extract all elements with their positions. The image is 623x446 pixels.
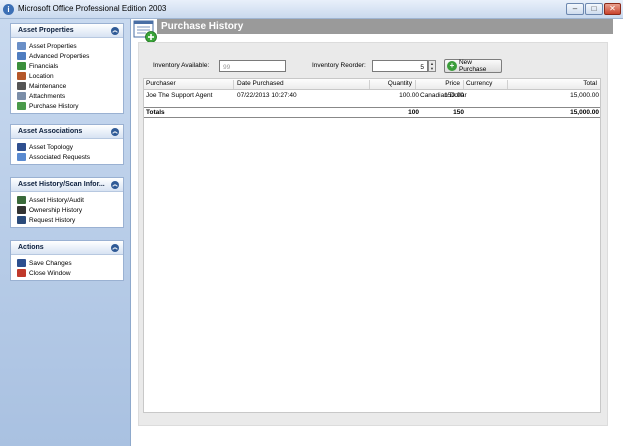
table-header-row: Purchaser Date Purchased Quantity Price … xyxy=(144,79,600,90)
collapse-chevron-icon[interactable]: ︽ xyxy=(111,128,119,136)
sidebar-item-location[interactable]: Location xyxy=(17,71,123,81)
inventory-reorder-stepper[interactable]: ▲ ▼ xyxy=(428,60,436,72)
maintenance-icon xyxy=(17,82,26,90)
associated-requests-icon xyxy=(17,153,26,161)
collapse-chevron-icon[interactable]: ︽ xyxy=(111,244,119,252)
sidebar-item-asset-history-audit[interactable]: Asset History/Audit xyxy=(17,195,123,205)
totals-total: 15,000.00 xyxy=(570,109,599,116)
sidebar-item-maintenance[interactable]: Maintenance xyxy=(17,81,123,91)
new-purchase-label: New Purchase xyxy=(458,59,487,73)
totals-price: 150 xyxy=(453,109,464,116)
collapse-chevron-icon[interactable]: ︽ xyxy=(111,181,119,189)
page-title: Purchase History xyxy=(161,21,244,32)
panel-title: Asset Associations xyxy=(18,128,83,135)
add-icon: + xyxy=(447,61,457,71)
inventory-available-field[interactable] xyxy=(219,60,286,72)
sidebar-item-purchase-history[interactable]: Purchase History xyxy=(17,101,123,111)
sidebar-item-save-changes[interactable]: Save Changes xyxy=(17,258,123,268)
sidebar-item-label: Attachments xyxy=(29,92,66,100)
sidebar-item-financials[interactable]: Financials xyxy=(17,61,123,71)
sidebar-item-label: Close Window xyxy=(29,269,71,277)
asset-topology-icon xyxy=(17,143,26,151)
sidebar-item-label: Maintenance xyxy=(29,82,67,90)
purchase-history-table: Purchaser Date Purchased Quantity Price … xyxy=(143,78,601,413)
sidebar-item-label: Advanced Properties xyxy=(29,52,90,60)
table-row[interactable]: Joe The Support Agent 07/22/2013 10:27:4… xyxy=(144,91,600,102)
panel-title: Actions xyxy=(18,244,44,251)
panel-header-asset-properties[interactable]: Asset Properties ︽ xyxy=(11,24,123,38)
sidebar-item-label: Asset Topology xyxy=(29,143,73,151)
sidebar-item-label: Associated Requests xyxy=(29,153,91,161)
sidebar-item-asset-topology[interactable]: Asset Topology xyxy=(17,142,123,152)
cell-total: 15,000.00 xyxy=(570,92,599,99)
panel-asset-properties: Asset Properties ︽ Asset Properties Adva… xyxy=(10,23,124,114)
title-bar: i Microsoft Office Professional Edition … xyxy=(0,0,623,19)
panel-asset-history: Asset History/Scan Infor... ︽ Asset Hist… xyxy=(10,177,124,228)
panel-title: Asset History/Scan Infor... xyxy=(18,181,105,188)
cell-currency: Canadian Dollar xyxy=(420,92,467,99)
cell-date-purchased: 07/22/2013 10:27:40 xyxy=(237,92,297,99)
sidebar-item-ownership-history[interactable]: Ownership History xyxy=(17,205,123,215)
sidebar-item-label: Asset History/Audit xyxy=(29,196,84,204)
inventory-reorder-field[interactable] xyxy=(372,60,428,72)
panel-header-asset-history[interactable]: Asset History/Scan Infor... ︽ xyxy=(11,178,123,192)
sidebar-item-associated-requests[interactable]: Associated Requests xyxy=(17,152,123,162)
inventory-reorder-label: Inventory Reorder: xyxy=(312,62,366,69)
location-icon xyxy=(17,72,26,80)
column-header-purchaser[interactable]: Purchaser xyxy=(146,80,234,89)
new-purchase-button[interactable]: + New Purchase xyxy=(444,59,502,73)
sidebar-item-label: Location xyxy=(29,72,54,80)
close-button[interactable]: ✕ xyxy=(604,3,621,15)
minimize-button[interactable]: – xyxy=(566,3,584,15)
save-icon xyxy=(17,259,26,267)
sidebar-item-request-history[interactable]: Request History xyxy=(17,215,123,225)
sidebar-item-label: Purchase History xyxy=(29,102,79,110)
cell-purchaser: Joe The Support Agent xyxy=(146,92,213,99)
table-totals-row: Totals 100 150 15,000.00 xyxy=(144,107,600,118)
column-header-currency[interactable]: Currency xyxy=(466,80,508,89)
sidebar-item-label: Ownership History xyxy=(29,206,83,214)
panel-header-actions[interactable]: Actions ︽ xyxy=(11,241,123,255)
sidebar-item-label: Financials xyxy=(29,62,59,70)
inventory-available-label: Inventory Available: xyxy=(153,62,210,69)
cell-quantity: 100.00 xyxy=(399,92,419,99)
stepper-down-icon[interactable]: ▼ xyxy=(429,66,435,71)
panel-asset-associations: Asset Associations ︽ Asset Topology Asso… xyxy=(10,124,124,165)
attachments-icon xyxy=(17,92,26,100)
financials-icon xyxy=(17,62,26,70)
request-history-icon xyxy=(17,216,26,224)
sidebar-item-label: Asset Properties xyxy=(29,42,77,50)
maximize-button[interactable]: □ xyxy=(585,3,603,15)
app-info-icon[interactable]: i xyxy=(3,4,14,15)
ownership-history-icon xyxy=(17,206,26,214)
sidebar-item-close-window[interactable]: Close Window xyxy=(17,268,123,278)
panel-title: Asset Properties xyxy=(18,27,74,34)
column-header-price[interactable]: Price xyxy=(416,80,464,89)
panel-actions: Actions ︽ Save Changes Close Window xyxy=(10,240,124,281)
sidebar-item-asset-properties[interactable]: Asset Properties xyxy=(17,41,123,51)
purchase-history-icon xyxy=(17,102,26,110)
column-header-quantity[interactable]: Quantity xyxy=(372,80,416,89)
asset-history-audit-icon xyxy=(17,196,26,204)
collapse-chevron-icon[interactable]: ︽ xyxy=(111,27,119,35)
sidebar-item-label: Save Changes xyxy=(29,259,72,267)
asset-properties-icon xyxy=(17,42,26,50)
column-header-date-purchased[interactable]: Date Purchased xyxy=(237,80,370,89)
page-header-bar: Purchase History xyxy=(157,19,613,34)
sidebar-item-attachments[interactable]: Attachments xyxy=(17,91,123,101)
close-window-icon xyxy=(17,269,26,277)
sidebar-item-label: Request History xyxy=(29,216,76,224)
sidebar: Asset Properties ︽ Asset Properties Adva… xyxy=(0,19,131,446)
purchase-history-header-icon xyxy=(133,20,157,43)
panel-header-asset-associations[interactable]: Asset Associations ︽ xyxy=(11,125,123,139)
totals-quantity: 100 xyxy=(408,109,419,116)
window-title: Microsoft Office Professional Edition 20… xyxy=(18,4,167,13)
advanced-properties-icon xyxy=(17,52,26,60)
sidebar-item-advanced-properties[interactable]: Advanced Properties xyxy=(17,51,123,61)
column-header-total[interactable]: Total xyxy=(508,80,600,89)
totals-label: Totals xyxy=(146,109,165,116)
